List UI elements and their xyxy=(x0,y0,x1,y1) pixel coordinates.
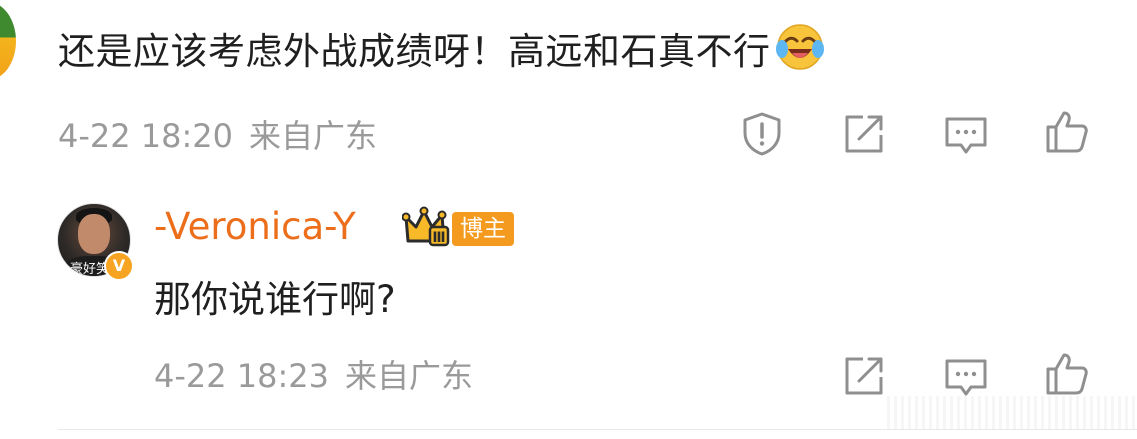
reply-date: 4-22 18:23 xyxy=(154,357,330,395)
report-button[interactable] xyxy=(738,110,786,158)
report-icon xyxy=(743,112,781,156)
comment-location: 来自广东 xyxy=(249,117,378,155)
comment-button[interactable] xyxy=(942,112,990,160)
comment-icon xyxy=(945,117,987,154)
crown-level-text: Ⅲ xyxy=(432,230,445,246)
reply-username[interactable]: -Veronica-Y xyxy=(154,203,356,251)
reply-comment-button[interactable] xyxy=(942,354,990,402)
comment-meta: 4-22 18:20 来自广东 xyxy=(58,116,377,156)
divider xyxy=(58,429,1137,430)
comment-body: 还是应该考虑外战成绩呀！高远和石真不行 xyxy=(58,30,771,73)
verified-badge-icon: V xyxy=(104,251,134,281)
reply-meta: 4-22 18:23 来自广东 xyxy=(154,356,473,396)
reply-location: 来自广东 xyxy=(345,357,474,395)
comment-icon xyxy=(945,359,987,396)
avatar-face xyxy=(78,214,110,254)
comment-date: 4-22 18:20 xyxy=(58,117,234,155)
blogger-badge: 博主 xyxy=(452,212,514,246)
comment-text: 还是应该考虑外战成绩呀！高远和石真不行 xyxy=(58,22,825,77)
crown-level-icon: Ⅲ xyxy=(402,206,450,247)
like-icon xyxy=(1046,353,1088,395)
reply-like-button[interactable] xyxy=(1043,350,1091,398)
watermark-fade xyxy=(887,396,1137,430)
commenter-avatar[interactable] xyxy=(0,2,16,80)
like-button[interactable] xyxy=(1043,108,1091,156)
like-icon xyxy=(1046,111,1088,153)
reply-share-button[interactable] xyxy=(840,352,888,400)
reply-text: 那你说谁行啊? xyxy=(154,278,396,321)
laughing-crying-emoji-icon xyxy=(775,24,824,70)
share-icon xyxy=(845,115,883,153)
share-icon xyxy=(845,357,883,395)
share-button[interactable] xyxy=(840,110,888,158)
